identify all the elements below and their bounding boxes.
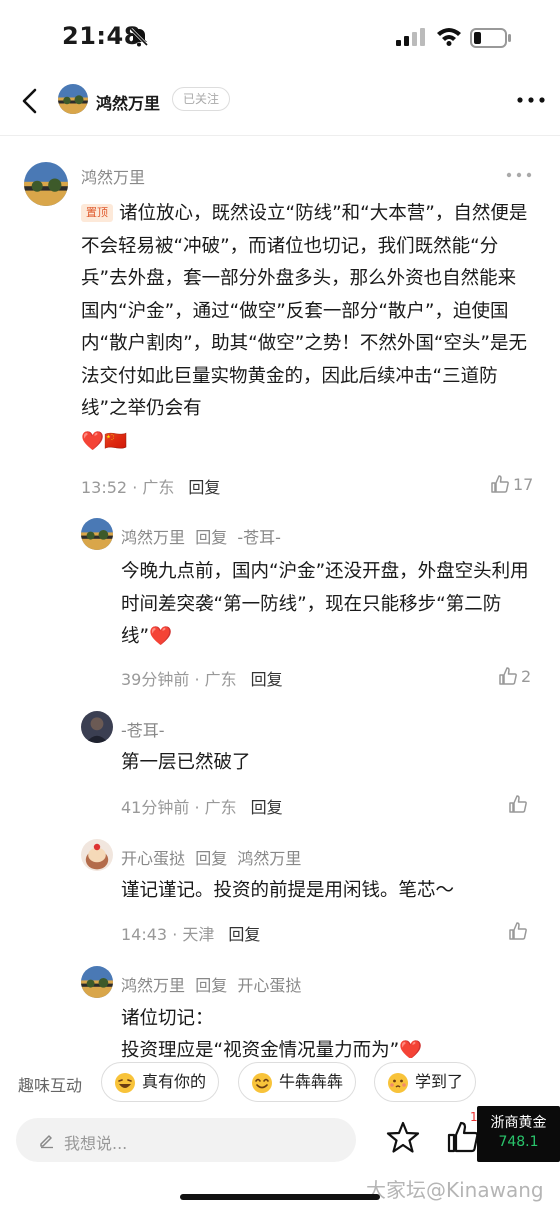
thumbs-up-icon [509,795,527,813]
wifi-icon [437,28,461,46]
top-nav-bar: 鸿然万里 已关注 [0,76,560,136]
author-avatar[interactable] [58,84,88,114]
followed-button[interactable]: 已关注 [172,87,231,111]
reply-author[interactable]: 鸿然万里 [121,528,185,547]
like-thumb-icon[interactable] [446,1120,480,1154]
status-bar: 21:48 [0,0,560,76]
gold-price-value: 748.1 [498,1134,539,1150]
fun-interactions-bar: 趣味互动 真有你的 牛犇犇犇 学到了 [0,1058,560,1106]
comment-reply-button[interactable]: 回复 [188,478,220,497]
reaction-label: 学到了 [415,1072,464,1091]
reply-meta: 41分钟前 · 广东 回复 [121,794,283,818]
cellular-signal-icon [396,28,425,46]
reaction-label: 真有你的 [142,1072,207,1091]
comment-more-icon[interactable] [506,170,532,180]
like-count: 17 [513,474,534,494]
reply-meta: 14:43 · 天津 回复 [121,921,260,945]
reply-like-button[interactable]: 2 [498,666,531,686]
reply-like-button[interactable] [508,921,528,941]
back-arrow-icon[interactable] [16,86,46,116]
more-options-icon[interactable] [514,88,548,112]
comment-meta: 13:52 · 广东 回复 [81,474,220,498]
reaction-chip-xuedaole[interactable]: 学到了 [374,1062,477,1102]
reply-like-button[interactable] [508,794,528,814]
thumbs-up-icon [499,667,517,685]
smiling-emoji-icon [252,1073,272,1093]
comment-like-button[interactable]: 17 [490,474,533,494]
reply-time: 39分钟前 · 广东 [121,670,237,689]
reply-target[interactable]: -苍耳- [237,528,281,547]
comment-input-placeholder: 我想说... [64,1134,128,1153]
comment-emojis: ❤️🇨🇳 [81,430,128,452]
reply-avatar[interactable] [81,966,113,998]
reply-word: 回复 [195,976,228,995]
reply-target[interactable]: 鸿然万里 [237,849,301,868]
reply-author[interactable]: -苍耳- [121,717,165,741]
thumbs-up-icon [509,922,527,940]
pinned-badge: 置顶 [81,204,113,222]
reply-text: 谨记谨记。投资的前提是用闲钱。笔芯～ [121,880,455,901]
reply-reply-button[interactable]: 回复 [251,798,283,817]
reaction-chip-niubenben[interactable]: 牛犇犇犇 [238,1062,357,1102]
reaction-label: 牛犇犇犇 [279,1072,344,1091]
watermark: 大家坛@Kinawang [366,1178,544,1202]
reply-time: 14:43 · 天津 [121,925,215,944]
thumbs-up-icon [491,475,509,493]
gold-price-title: 浙商黄金 [490,1115,547,1131]
pencil-icon [40,1135,53,1149]
reply-avatar[interactable] [81,518,113,550]
comment-text: 诸位放心，既然设立“防线”和“大本营”，自然便是不会轻易被“冲破”，而诸位也切记… [81,203,528,419]
gold-price-widget[interactable]: 浙商黄金 748.1 [477,1106,560,1162]
like-count: 2 [521,666,532,686]
reply-word: 回复 [195,528,228,547]
reply-target[interactable]: 开心蛋挞 [237,976,301,995]
fun-interactions-label: 趣味互动 [18,1076,83,1095]
reply-header: 开心蛋挞 回复 鸿然万里 [121,845,301,869]
reply-time: 41分钟前 · 广东 [121,798,237,817]
reply-reply-button[interactable]: 回复 [251,670,283,689]
author-name[interactable]: 鸿然万里 [96,90,160,114]
reply-avatar[interactable] [81,839,113,871]
reply-text: 今晚九点前，国内“沪金”还没开盘，外盘空头利用时间差突袭“第一防线”，现在只能移… [121,561,529,647]
favorite-star-icon[interactable] [386,1120,420,1154]
reply-reply-button[interactable]: 回复 [228,925,260,944]
comment-input[interactable]: 我想说... [16,1118,356,1162]
comment-body: 置顶 诸位放心，既然设立“防线”和“大本营”，自然便是不会轻易被“冲破”，而诸位也… [81,198,533,458]
reply-header: 鸿然万里 回复 -苍耳- [121,524,281,548]
bell-muted-icon [129,27,149,47]
reply-word: 回复 [195,849,228,868]
reply-meta: 39分钟前 · 广东 回复 [121,666,283,690]
comment-time: 13:52 · 广东 [81,478,175,497]
reply-text: 诸位切记： [121,1008,214,1029]
reply-author[interactable]: 鸿然万里 [121,976,185,995]
reply-text: 第一层已然破了 [121,752,251,773]
reply-avatar[interactable] [81,711,113,743]
battery-icon [470,28,511,48]
comment-avatar[interactable] [24,162,68,206]
reaction-chip-zhenyounide[interactable]: 真有你的 [101,1062,220,1102]
comment-author[interactable]: 鸿然万里 [81,164,145,188]
reply-author[interactable]: 开心蛋挞 [121,849,185,868]
laughing-emoji-icon [115,1073,135,1093]
reply-header: 鸿然万里 回复 开心蛋挞 [121,972,301,996]
shy-emoji-icon [388,1073,408,1093]
home-indicator[interactable] [180,1194,380,1200]
